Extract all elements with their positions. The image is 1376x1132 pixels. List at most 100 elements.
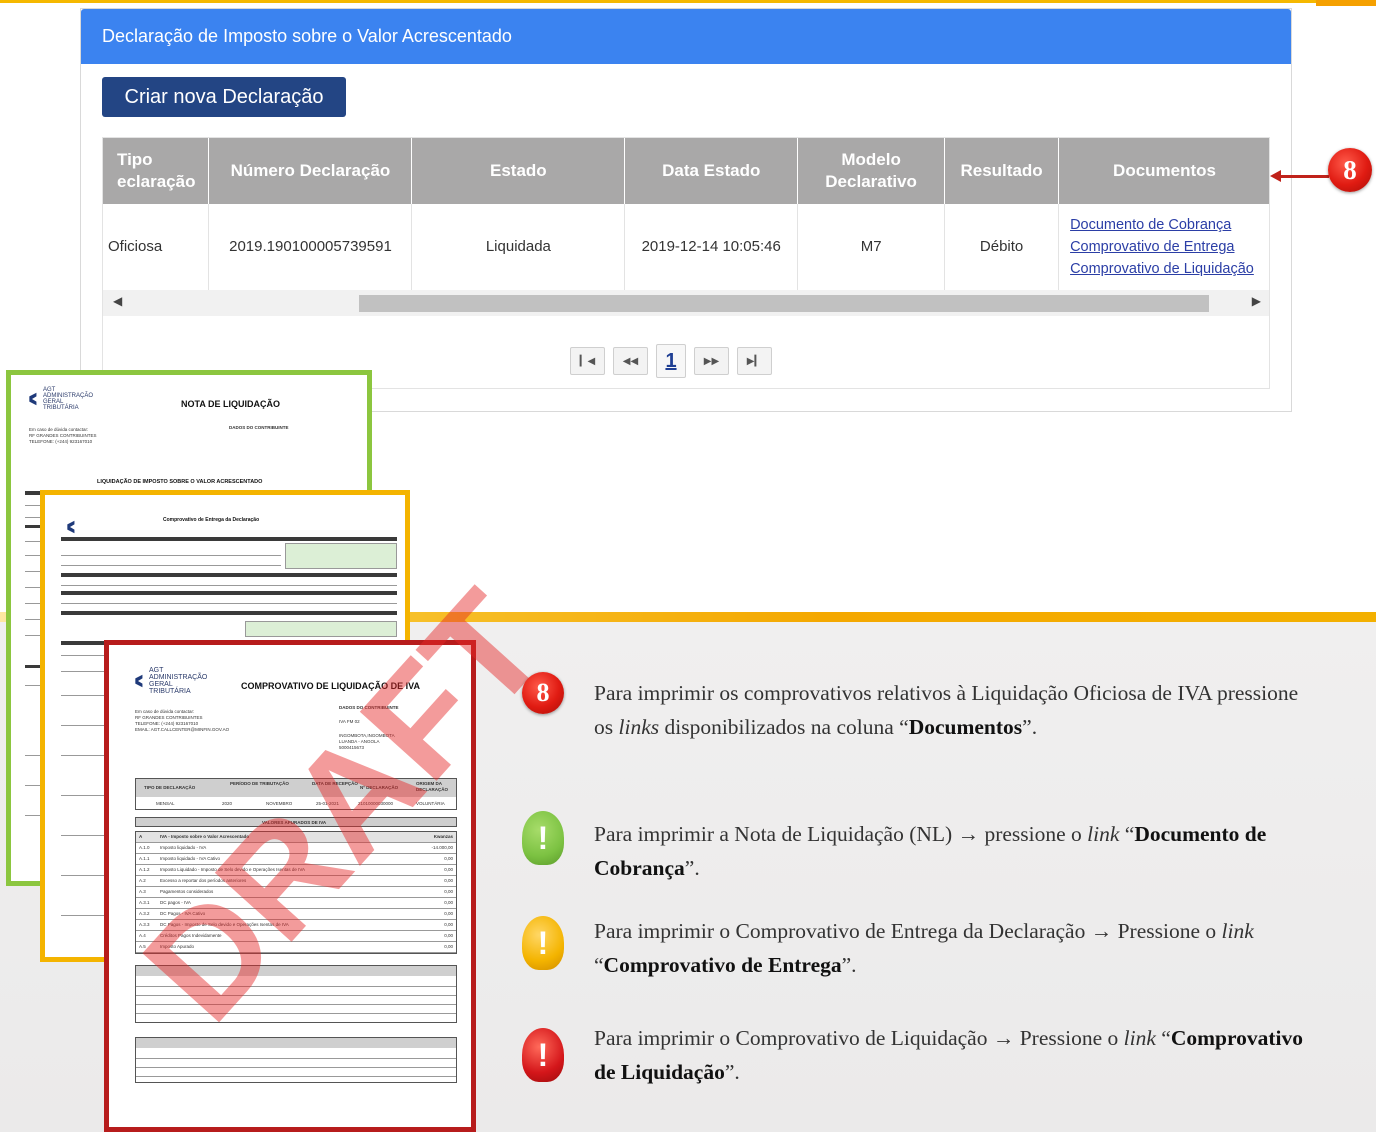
rule bbox=[61, 555, 281, 556]
col-header-documentos[interactable]: Documentos bbox=[1058, 138, 1269, 204]
note-text: disponibilizados na coluna “ bbox=[659, 715, 909, 739]
callout-badge-8: 8 bbox=[1328, 148, 1372, 192]
col-header-modelo-l1: Modelo bbox=[841, 150, 901, 169]
col-header-modelo-l2: Declarativo bbox=[825, 172, 917, 191]
row-code: A.3 bbox=[139, 889, 146, 894]
col-header-numero[interactable]: Número Declaração bbox=[208, 138, 413, 204]
note-strong: Documentos bbox=[908, 715, 1023, 739]
nota-dados: DADOS DO CONTRIBUINTE bbox=[229, 425, 289, 431]
create-declaration-button[interactable]: Criar nova Declaração bbox=[102, 77, 346, 117]
logo-line-4: TRIBUTÁRIA bbox=[149, 688, 191, 695]
nota-contacts: Em caso de dúvida contactar: RF GRANDES … bbox=[29, 427, 97, 445]
contact-line: TELEFONE: (+244) 923167010 bbox=[29, 439, 93, 444]
note-text: ”. bbox=[684, 856, 700, 880]
row-value: 0,00 bbox=[444, 933, 453, 938]
nota-subtitle: LIQUIDAÇÃO DE IMPOSTO SOBRE O VALOR ACRE… bbox=[97, 479, 263, 485]
yellow-exclamation-icon: ! bbox=[522, 916, 564, 970]
head-cell: TIPO DE DECLARAÇÃO bbox=[144, 785, 196, 790]
scroll-right-arrow-icon[interactable]: ▶ bbox=[1252, 294, 1261, 308]
declaration-panel: Declaração de Imposto sobre o Valor Acre… bbox=[80, 8, 1292, 412]
first-page-button[interactable]: ▎◀ bbox=[570, 347, 605, 375]
horizontal-scrollbar[interactable]: ◀ ▶ bbox=[103, 290, 1269, 316]
note-text: ”. bbox=[1022, 715, 1038, 739]
cell-resultado: Débito bbox=[944, 204, 1060, 291]
entrega-nif-box bbox=[285, 543, 397, 569]
note-text: Para imprimir a Nota de Liquidação (NL) … bbox=[594, 822, 1088, 846]
note-badge-8: 8 bbox=[522, 672, 564, 714]
row-value: 0,00 bbox=[444, 867, 453, 872]
col-header-tipo[interactable]: Tipo eclaração bbox=[103, 138, 210, 204]
row-value: 0,00 bbox=[444, 944, 453, 949]
previous-page-button[interactable]: ◀◀ bbox=[613, 347, 648, 375]
logo-line-3: GERAL bbox=[149, 681, 173, 688]
section-c-head bbox=[136, 1038, 456, 1048]
link-documento-cobranca[interactable]: Documento de Cobrança bbox=[1070, 214, 1269, 236]
contact-line: EMAIL: AGT.CALLCENTER@MINFIN.GOV.AO bbox=[135, 727, 230, 732]
row-value: -14.000,00 bbox=[431, 845, 453, 850]
row-value: 0,00 bbox=[444, 922, 453, 927]
row-value: 0,00 bbox=[444, 900, 453, 905]
top-accent-corner bbox=[1316, 0, 1376, 6]
entrega-green-box bbox=[245, 621, 397, 637]
current-page-button[interactable]: 1 bbox=[656, 344, 686, 378]
rule bbox=[61, 565, 281, 566]
col-header-tipo-l2: eclaração bbox=[117, 172, 196, 191]
agt-logo-icon bbox=[135, 674, 143, 688]
panel-title: Declaração de Imposto sobre o Valor Acre… bbox=[81, 9, 1291, 64]
col-header-tipo-l1: Tipo bbox=[117, 150, 153, 169]
agt-logo: AGT ADMINISTRAÇÃO GERAL TRIBUTÁRIA bbox=[131, 667, 207, 695]
rule bbox=[136, 1013, 456, 1014]
scroll-left-arrow-icon[interactable]: ◀ bbox=[113, 294, 122, 308]
col-header-estado[interactable]: Estado bbox=[411, 138, 626, 204]
row-code: A.1.1 bbox=[139, 856, 150, 861]
top-accent-line bbox=[0, 0, 1376, 3]
rule bbox=[61, 585, 397, 586]
red-exclamation-icon: ! bbox=[522, 1028, 564, 1082]
note-text: Para imprimir o Comprovativo de Liquidaç… bbox=[594, 1026, 1124, 1050]
note-paragraph-3: Para imprimir o Comprovativo de Entrega … bbox=[594, 914, 1304, 982]
cell-tipo: Oficiosa bbox=[103, 204, 210, 291]
note-text: “ bbox=[1155, 1026, 1171, 1050]
logo-line-1: AGT bbox=[149, 667, 164, 674]
data-cell: MENSAL bbox=[156, 801, 175, 806]
cell-data: 2019-12-14 10:05:46 bbox=[624, 204, 799, 291]
note-text: ”. bbox=[724, 1060, 740, 1084]
declarations-table: Tipo eclaração Número Declaração Estado D… bbox=[102, 137, 1270, 389]
liquidacao-contacts: Em caso de dúvida contactar: RF GRANDES … bbox=[135, 709, 229, 733]
last-page-button[interactable]: ▶▎ bbox=[737, 347, 772, 375]
note-paragraph-1: Para imprimir os comprovativos relativos… bbox=[594, 676, 1304, 744]
pagination: ▎◀ ◀◀ 1 ▶▶ ▶▎ bbox=[570, 344, 772, 378]
entrega-bar bbox=[61, 537, 397, 541]
note-em: link bbox=[1087, 822, 1120, 846]
section-c-table bbox=[135, 1037, 457, 1083]
cell-modelo: M7 bbox=[797, 204, 946, 291]
link-comprovativo-liquidacao[interactable]: Comprovativo de Liquidação bbox=[1070, 258, 1269, 280]
note-text: “ bbox=[1119, 822, 1135, 846]
row-value: Kwanzas bbox=[433, 834, 453, 839]
row-value: 0,00 bbox=[444, 889, 453, 894]
row-value: 0,00 bbox=[444, 878, 453, 883]
entrega-bar bbox=[61, 611, 397, 615]
note-paragraph-4: Para imprimir o Comprovativo de Liquidaç… bbox=[594, 1021, 1304, 1089]
callout-arrow-line bbox=[1279, 175, 1329, 178]
row-code: A bbox=[139, 834, 143, 839]
cell-documentos: Documento de Cobrança Comprovativo de En… bbox=[1058, 204, 1269, 291]
link-comprovativo-entrega[interactable]: Comprovativo de Entrega bbox=[1070, 236, 1269, 258]
note-em: link bbox=[1123, 1026, 1156, 1050]
row-code: A.1.0 bbox=[139, 845, 150, 850]
row-code: A.1.2 bbox=[139, 867, 150, 872]
col-header-data[interactable]: Data Estado bbox=[624, 138, 799, 204]
green-exclamation-icon: ! bbox=[522, 811, 564, 865]
next-page-button[interactable]: ▶▶ bbox=[694, 347, 729, 375]
row-value: 0,00 bbox=[444, 911, 453, 916]
entrega-title: Comprovativo de Entrega da Declaração bbox=[163, 517, 260, 523]
rule bbox=[136, 1067, 456, 1068]
row-value: 0,00 bbox=[444, 856, 453, 861]
col-header-modelo[interactable]: Modelo Declarativo bbox=[797, 138, 946, 204]
row-code: A.2 bbox=[139, 878, 146, 883]
nota-title: NOTA DE LIQUIDAÇÃO bbox=[181, 399, 280, 409]
col-header-resultado[interactable]: Resultado bbox=[944, 138, 1060, 204]
callout-arrow-head-icon bbox=[1270, 170, 1281, 182]
scrollbar-thumb[interactable] bbox=[359, 295, 1209, 312]
agt-logo-icon bbox=[67, 520, 75, 534]
